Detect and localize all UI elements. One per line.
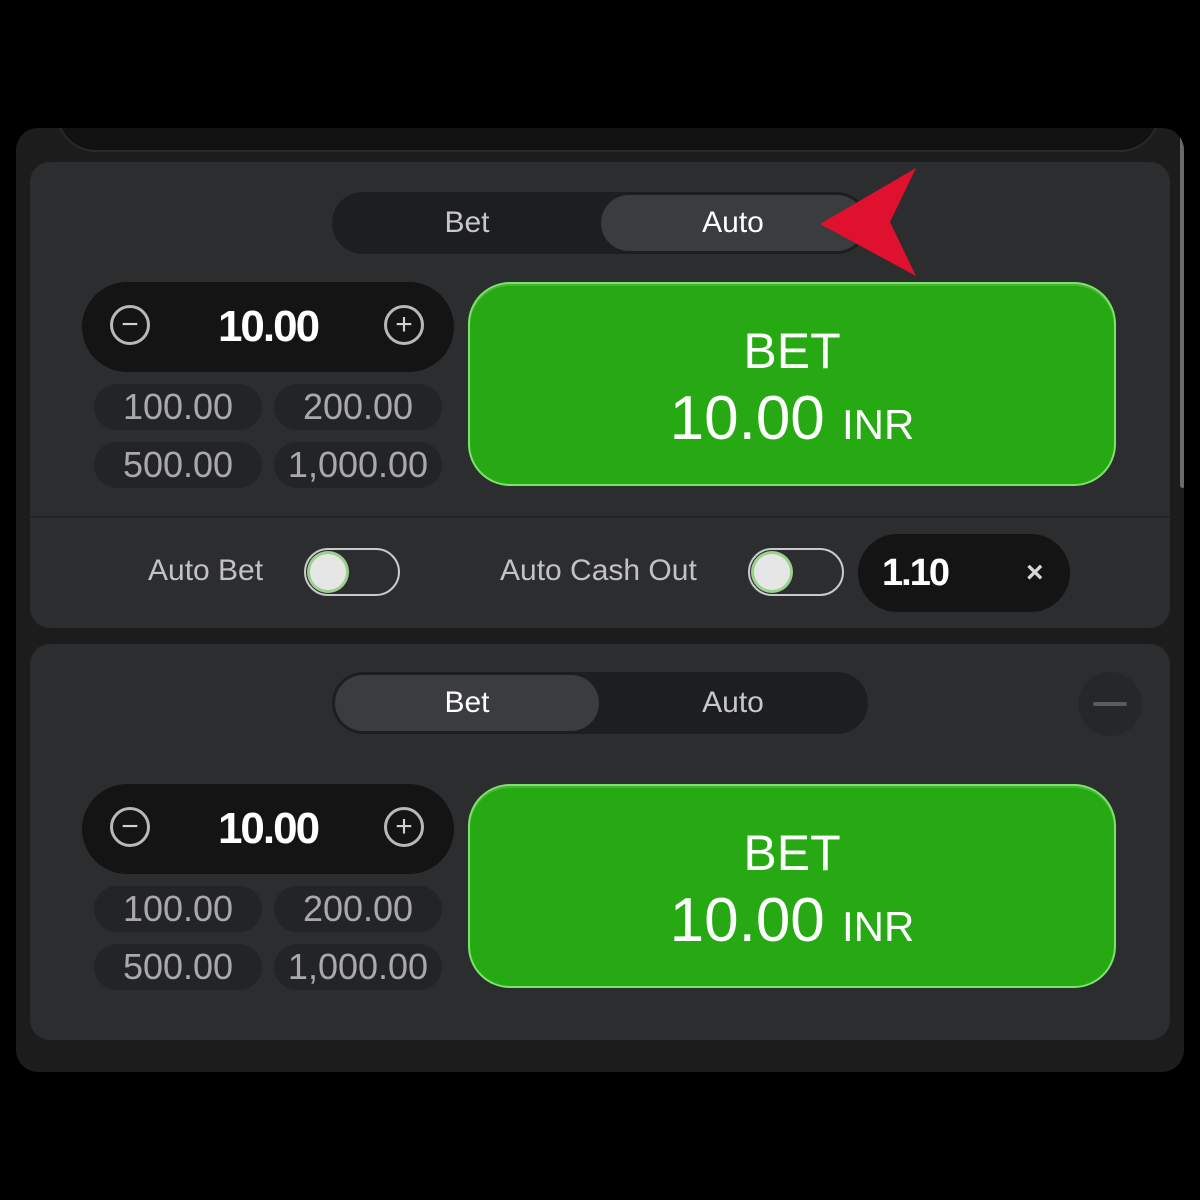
bet-button-amount: 10.00 [669,886,825,955]
auto-cash-out-toggle[interactable] [748,548,844,596]
bet-mode-switch: Bet Auto [332,672,868,734]
tab-auto[interactable]: Auto [601,675,865,731]
quick-amount-100[interactable]: 100.00 [94,886,262,932]
cash-out-multiplier-value: 1.10 [882,551,950,594]
bet-button[interactable]: BET 10.00 INR [468,784,1116,988]
quick-amount-200[interactable]: 200.00 [274,886,442,932]
plus-icon[interactable]: + [384,807,424,847]
bet-button-amount-line: 10.00 INR [470,386,1114,458]
bet-amount-value[interactable]: 10.00 [142,784,394,874]
bet-button[interactable]: BET 10.00 INR [468,282,1116,486]
toggle-knob [310,554,346,590]
bet-button-currency: INR [842,401,915,448]
quick-amount-200[interactable]: 200.00 [274,384,442,430]
tab-bet[interactable]: Bet [335,675,599,731]
bet-panel-2: Bet Auto − 10.00 + 100.00 200.00 500.00 … [30,644,1170,1040]
toggle-knob [754,554,790,590]
remove-panel-button[interactable] [1078,672,1142,736]
annotation-arrow-icon [820,168,916,276]
quick-amount-1000[interactable]: 1,000.00 [274,442,442,488]
auto-bet-toggle[interactable] [304,548,400,596]
bet-button-amount: 10.00 [669,384,825,453]
game-area-edge [56,128,1160,152]
clear-icon[interactable]: × [1026,534,1044,612]
bet-button-label: BET [743,323,841,379]
bet-amount-stepper: − 10.00 + [82,784,454,874]
plus-icon[interactable]: + [384,305,424,345]
quick-amount-100[interactable]: 100.00 [94,384,262,430]
betting-container: Bet Auto − 10.00 + 100.00 200.00 500.00 … [16,128,1184,1072]
quick-amount-1000[interactable]: 1,000.00 [274,944,442,990]
quick-amount-500[interactable]: 500.00 [94,944,262,990]
bet-amount-stepper: − 10.00 + [82,282,454,372]
auto-bet-label: Auto Bet [148,554,264,587]
quick-amount-500[interactable]: 500.00 [94,442,262,488]
auto-cash-out-label: Auto Cash Out [500,554,697,587]
cash-out-multiplier-input[interactable]: 1.10 × [858,534,1070,612]
divider [30,516,1170,518]
tab-bet[interactable]: Bet [335,195,599,251]
bet-amount-value[interactable]: 10.00 [142,282,394,372]
bet-button-label: BET [743,825,841,881]
bet-button-currency: INR [842,903,915,950]
bet-panel-1: Bet Auto − 10.00 + 100.00 200.00 500.00 … [30,162,1170,628]
minus-icon [1093,702,1127,706]
scrollbar[interactable] [1180,128,1184,488]
bet-mode-switch: Bet Auto [332,192,868,254]
bet-button-amount-line: 10.00 INR [470,888,1114,960]
